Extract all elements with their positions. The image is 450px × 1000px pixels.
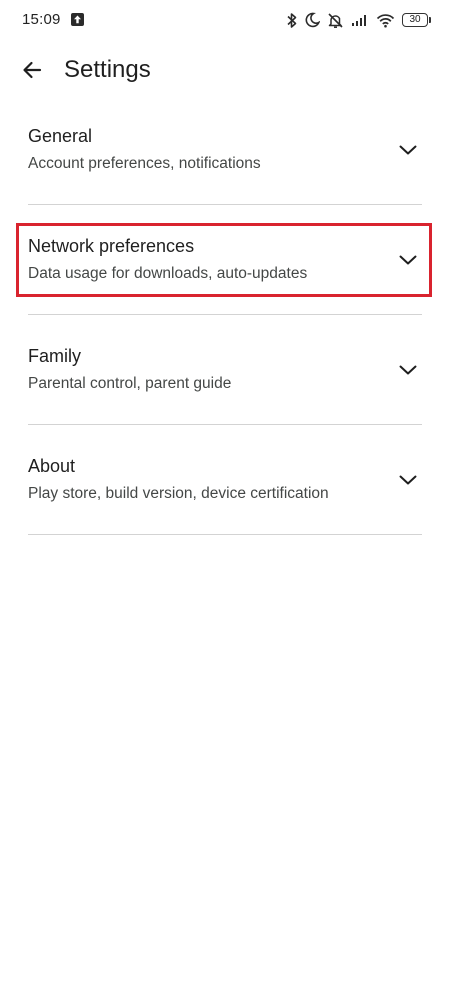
page-title: Settings bbox=[64, 56, 151, 83]
signal-icon bbox=[351, 13, 369, 27]
chevron-down-icon[interactable] bbox=[398, 250, 418, 270]
settings-list: General Account preferences, notificatio… bbox=[0, 104, 450, 535]
settings-item-title: Family bbox=[28, 346, 81, 366]
status-icons: 30 bbox=[286, 10, 431, 30]
settings-item-subtitle: Play store, build version, device certif… bbox=[28, 485, 329, 502]
settings-item-family[interactable]: Family Parental control, parent guide bbox=[28, 324, 422, 424]
settings-item-network-preferences[interactable]: Network preferences Data usage for downl… bbox=[28, 214, 422, 314]
divider bbox=[28, 534, 422, 535]
wifi-icon bbox=[376, 13, 395, 28]
settings-item-subtitle: Account preferences, notifications bbox=[28, 155, 261, 172]
settings-item-about[interactable]: About Play store, build version, device … bbox=[28, 434, 422, 534]
settings-item-title: Network preferences bbox=[28, 236, 195, 256]
mute-icon bbox=[327, 12, 344, 29]
arrow-left-icon bbox=[21, 59, 43, 86]
battery-icon: 30 bbox=[402, 13, 431, 27]
app-bar: Settings bbox=[0, 50, 450, 94]
moon-icon bbox=[305, 12, 320, 28]
status-bar: 15:09 30 bbox=[0, 0, 450, 40]
settings-item-general[interactable]: General Account preferences, notificatio… bbox=[28, 104, 422, 204]
back-button[interactable] bbox=[18, 58, 46, 86]
settings-item-title: About bbox=[28, 456, 76, 476]
upload-icon bbox=[71, 13, 84, 26]
settings-item-title: General bbox=[28, 126, 93, 146]
chevron-down-icon[interactable] bbox=[398, 360, 418, 380]
bluetooth-icon bbox=[286, 12, 298, 29]
status-time: 15:09 bbox=[22, 11, 61, 28]
settings-item-subtitle: Data usage for downloads, auto-updates bbox=[28, 265, 308, 282]
chevron-down-icon[interactable] bbox=[398, 140, 418, 160]
settings-item-subtitle: Parental control, parent guide bbox=[28, 375, 232, 392]
chevron-down-icon[interactable] bbox=[398, 470, 418, 490]
